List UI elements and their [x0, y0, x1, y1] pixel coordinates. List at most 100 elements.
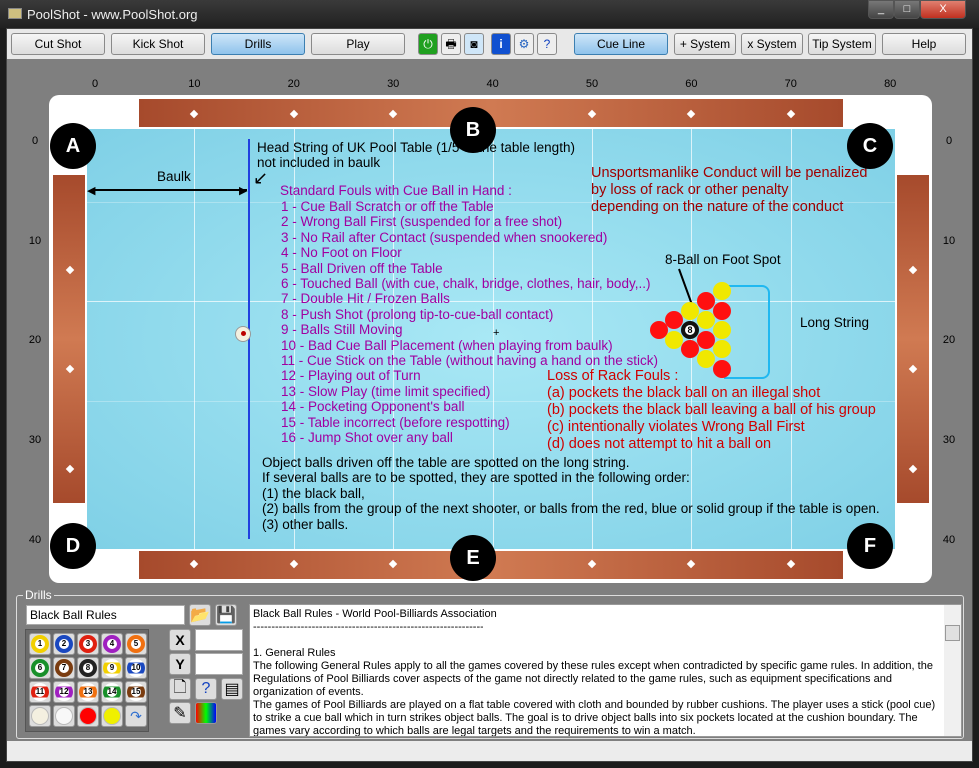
ball-button-10[interactable]: 10: [125, 657, 147, 679]
arrow-left-head: ◀: [87, 185, 96, 197]
camera-icon[interactable]: ◙: [464, 33, 484, 55]
loss-item: (d) does not attempt to hit a ball on: [547, 436, 772, 452]
foul-item: 9 - Balls Still Moving: [281, 322, 403, 338]
pocket-f: F: [847, 523, 893, 569]
y-button[interactable]: Y: [169, 653, 191, 675]
edit-notes-icon[interactable]: ✎: [169, 702, 191, 724]
save-icon[interactable]: 💾: [215, 604, 237, 626]
pool-table[interactable]: ◀ ▶ Baulk Head String of UK Pool Table (…: [49, 95, 932, 583]
rules-text-area[interactable]: Black Ball Rules - World Pool-Billiards …: [249, 604, 962, 737]
cue-ball-button[interactable]: [29, 705, 51, 727]
redo-button[interactable]: ↷: [125, 705, 147, 727]
ball-button-13[interactable]: 13: [77, 681, 99, 703]
spotting-line: (2) balls from the group of the next sho…: [262, 501, 880, 517]
title-bar: PoolShot - www.PoolShot.org _ □ X: [0, 0, 979, 28]
pocket-c: C: [847, 123, 893, 169]
drill-name-input[interactable]: [26, 605, 185, 625]
app-icon: [8, 8, 22, 19]
power-icon[interactable]: ⏻: [418, 33, 438, 55]
y-tick-label-right: 10: [942, 234, 956, 247]
ball-number: 11: [35, 687, 45, 697]
x-tick-label: 20: [287, 78, 300, 90]
y-tick-label-left: 0: [31, 135, 39, 147]
pocket-d: D: [50, 523, 96, 569]
yellow-ball-button[interactable]: [101, 705, 123, 727]
rules-paragraph-1: The following General Rules apply to all…: [253, 660, 933, 698]
cue-ball-icon: [31, 707, 49, 725]
x-system-button[interactable]: x System: [741, 33, 803, 55]
foul-item: 4 - No Foot on Floor: [281, 245, 402, 261]
ghost-ball-button[interactable]: [53, 705, 75, 727]
ball-button-9[interactable]: 9: [101, 657, 123, 679]
ball-button-5[interactable]: 5: [125, 633, 147, 655]
left-rail: [53, 175, 85, 503]
rack-ball-yellow: [697, 350, 715, 369]
ball-button-7[interactable]: 7: [53, 657, 75, 679]
ball-button-1[interactable]: 1: [29, 633, 51, 655]
red-ball-button[interactable]: [77, 705, 99, 727]
ball-button-15[interactable]: 15: [125, 681, 147, 703]
pocket-b: B: [450, 107, 496, 153]
ball-button-11[interactable]: 11: [29, 681, 51, 703]
document-help-icon[interactable]: ?: [195, 678, 217, 700]
ball-number: 12: [59, 687, 69, 697]
printer-icon[interactable]: 🖶: [441, 33, 461, 55]
ball-number: 7: [59, 663, 69, 673]
x-input[interactable]: [195, 629, 243, 651]
drills-button[interactable]: Drills: [211, 33, 305, 55]
red-ball-icon: [79, 707, 97, 725]
x-tick-label: 80: [884, 78, 897, 90]
plus-system-button[interactable]: + System: [674, 33, 736, 55]
ball-button-3[interactable]: 3: [77, 633, 99, 655]
rack-ball-yellow: [697, 311, 715, 330]
rules-title: Black Ball Rules - World Pool-Billiards …: [253, 608, 497, 620]
baulk-label: Baulk: [157, 169, 191, 184]
y-tick-label-left: 40: [28, 533, 42, 546]
cut-shot-button[interactable]: Cut Shot: [11, 33, 105, 55]
ball-button-8[interactable]: 8: [77, 657, 99, 679]
minimize-button[interactable]: _: [868, 0, 894, 19]
unsportsmanlike-line-2: by loss of rack or other penalty: [591, 182, 789, 198]
yellow-ball-icon: [103, 707, 121, 725]
ball-button-2[interactable]: 2: [53, 633, 75, 655]
y-tick-label-right: 0: [945, 135, 953, 147]
cue-line-button[interactable]: Cue Line: [574, 33, 668, 55]
ghost-ball-icon: [55, 707, 73, 725]
tip-system-button[interactable]: Tip System: [808, 33, 876, 55]
x-tick-label: 50: [585, 78, 599, 90]
ball-number: 6: [35, 663, 45, 673]
ball-icon: 15: [127, 683, 145, 701]
table-cloth[interactable]: ◀ ▶ Baulk Head String of UK Pool Table (…: [87, 129, 895, 549]
scrollbar[interactable]: [944, 605, 961, 736]
color-palette-icon[interactable]: [195, 702, 217, 724]
foul-item: 10 - Bad Cue Ball Placement (when playin…: [281, 337, 613, 353]
help-button[interactable]: Help: [882, 33, 966, 55]
x-button[interactable]: X: [169, 629, 191, 651]
crosshair-icon: +: [493, 327, 500, 339]
info-icon[interactable]: i: [491, 33, 511, 55]
play-button[interactable]: Play: [311, 33, 405, 55]
ball-button-12[interactable]: 12: [53, 681, 75, 703]
toolbar: Cut Shot Kick Shot Drills Play ⏻ 🖶 ◙ i ⚙…: [7, 29, 972, 59]
ball-button-14[interactable]: 14: [101, 681, 123, 703]
help-document-icon[interactable]: ?: [537, 33, 557, 55]
scrollbar-thumb[interactable]: [945, 625, 960, 641]
ball-button-4[interactable]: 4: [101, 633, 123, 655]
cue-ball[interactable]: [235, 326, 251, 342]
arrow-down-left-icon: ↙: [253, 168, 269, 188]
maximize-button[interactable]: □: [894, 0, 920, 19]
y-tick-label-left: 30: [28, 434, 42, 447]
kick-shot-button[interactable]: Kick Shot: [111, 33, 205, 55]
open-folder-icon[interactable]: 📂: [189, 604, 211, 626]
close-button[interactable]: X: [920, 0, 966, 19]
new-document-icon[interactable]: 🗋: [169, 678, 191, 700]
y-input[interactable]: [195, 653, 243, 675]
ball-palette: 1 2 3 4 5 6 7 8 9 10 11 12 13 14 15 ↷: [25, 629, 149, 732]
eight-ball-label: 8: [685, 325, 695, 335]
fouls-title: Standard Fouls with Cue Ball in Hand :: [280, 183, 512, 198]
ball-icon: 14: [103, 683, 121, 701]
ball-button-6[interactable]: 6: [29, 657, 51, 679]
gear-icon[interactable]: ⚙: [514, 33, 534, 55]
table-list-icon[interactable]: ▤: [221, 678, 243, 700]
ball-icon: 1: [31, 635, 49, 653]
